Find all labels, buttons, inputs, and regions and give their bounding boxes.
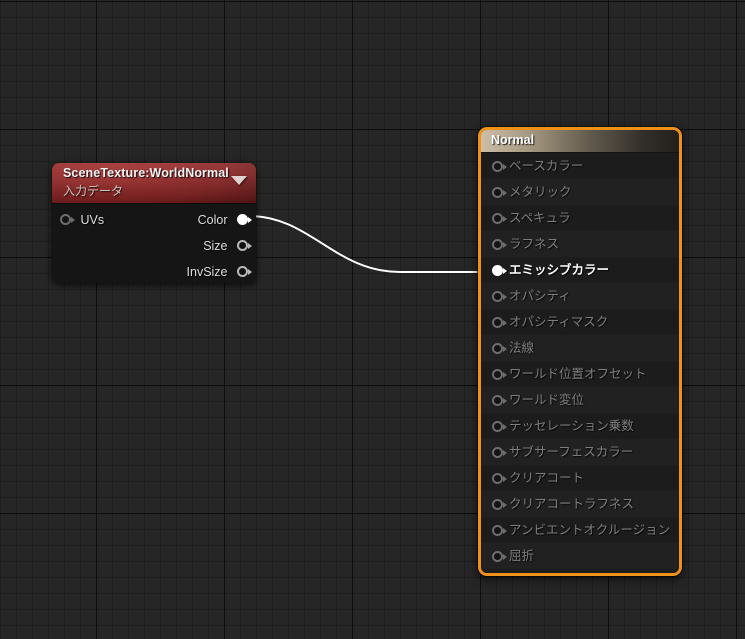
pin-row-11[interactable]: サブサーフェスカラー — [481, 439, 679, 465]
pin-row-15[interactable]: 屈折 — [481, 543, 679, 569]
pin-icon-14[interactable] — [492, 524, 507, 536]
pin-label-11: サブサーフェスカラー — [509, 445, 634, 459]
pin-label-13: クリアコートラフネス — [509, 497, 635, 511]
pin-row-color[interactable]: Color — [197, 206, 252, 232]
node-material-output-normal[interactable]: Normal ベースカラー メタリックスペキュララフネスエミッシブカラー オパシティ… — [478, 127, 682, 576]
pin-row-size[interactable]: Size — [203, 232, 252, 258]
pin-icon-9[interactable] — [492, 394, 507, 406]
chevron-down-icon[interactable] — [231, 176, 247, 185]
pin-uvs-icon[interactable] — [60, 214, 75, 226]
pin-icon-15[interactable] — [492, 550, 507, 562]
pin-label-7: 法線 — [509, 341, 535, 355]
pin-label-5: オパシティ — [509, 289, 571, 303]
pin-icon-12[interactable] — [492, 472, 507, 484]
pin-label-invsize: InvSize — [186, 264, 228, 279]
node-title: Normal — [491, 133, 535, 147]
pin-label-12: クリアコート — [509, 471, 585, 485]
node-title: SceneTexture:WorldNormal — [63, 166, 229, 180]
pin-icon-0[interactable] — [492, 160, 507, 172]
pin-icon-8[interactable] — [492, 368, 507, 380]
pin-row-13[interactable]: クリアコートラフネス — [481, 491, 679, 517]
pin-label-6: オパシティマスク — [509, 315, 609, 329]
pin-row-12[interactable]: クリアコート — [481, 465, 679, 491]
pin-row-6[interactable]: オパシティマスク — [481, 309, 679, 335]
pin-label-0: ベースカラー — [509, 159, 584, 173]
pin-icon-5[interactable] — [492, 290, 507, 302]
pin-label-9: ワールド変位 — [509, 393, 585, 407]
pin-icon-7[interactable] — [492, 342, 507, 354]
pin-icon-6[interactable] — [492, 316, 507, 328]
pin-label-14: アンビエントオクルージョン — [509, 523, 671, 537]
pin-color-icon[interactable] — [237, 214, 252, 226]
pin-icon-4[interactable] — [492, 264, 507, 276]
pin-row-3[interactable]: ラフネス — [481, 231, 679, 257]
node-body: UVs Color Size InvSize — [52, 204, 256, 283]
node-scene-texture-worldnormal[interactable]: SceneTexture:WorldNormal 入力データ UVs Color… — [52, 163, 256, 283]
pin-label-1: メタリック — [509, 185, 572, 199]
pin-row-2[interactable]: スペキュラ — [481, 205, 679, 231]
pin-label-uvs: UVs — [80, 212, 105, 227]
pin-label-size: Size — [203, 238, 228, 253]
pin-label-3: ラフネス — [509, 237, 560, 251]
pin-invsize-icon[interactable] — [237, 266, 252, 278]
pin-row-uvs[interactable]: UVs — [60, 206, 104, 232]
pin-icon-13[interactable] — [492, 498, 507, 510]
pin-label-4: エミッシブカラー — [509, 263, 610, 277]
pin-label-2: スペキュラ — [509, 211, 571, 225]
pin-row-14[interactable]: アンビエントオクルージョン — [481, 517, 679, 543]
pin-label-10: テッセレーション乗数 — [509, 419, 634, 433]
pin-row-7[interactable]: 法線 — [481, 335, 679, 361]
pin-label-8: ワールド位置オフセット — [509, 367, 647, 381]
node-title-bar[interactable]: Normal — [481, 130, 679, 153]
pin-icon-3[interactable] — [492, 238, 507, 250]
pin-icon-11[interactable] — [492, 446, 507, 458]
pin-row-invsize[interactable]: InvSize — [186, 258, 252, 283]
pin-row-9[interactable]: ワールド変位 — [481, 387, 679, 413]
node-title-bar[interactable]: SceneTexture:WorldNormal 入力データ — [52, 163, 256, 204]
pin-row-10[interactable]: テッセレーション乗数 — [481, 413, 679, 439]
node-subtitle: 入力データ — [63, 184, 124, 198]
pin-label-color: Color — [197, 212, 228, 227]
pin-label-15: 屈折 — [509, 549, 535, 563]
node-body: ベースカラー メタリックスペキュララフネスエミッシブカラー オパシティオパシティマス… — [481, 153, 679, 573]
pin-row-5[interactable]: オパシティ — [481, 283, 679, 309]
pin-row-1[interactable]: メタリック — [481, 179, 679, 205]
pin-icon-10[interactable] — [492, 420, 507, 432]
pin-icon-1[interactable] — [492, 186, 507, 198]
pin-row-8[interactable]: ワールド位置オフセット — [481, 361, 679, 387]
pin-row-4[interactable]: エミッシブカラー — [481, 257, 679, 283]
pin-size-icon[interactable] — [237, 240, 252, 252]
pin-icon-2[interactable] — [492, 212, 507, 224]
pin-row-0[interactable]: ベースカラー — [481, 153, 679, 179]
